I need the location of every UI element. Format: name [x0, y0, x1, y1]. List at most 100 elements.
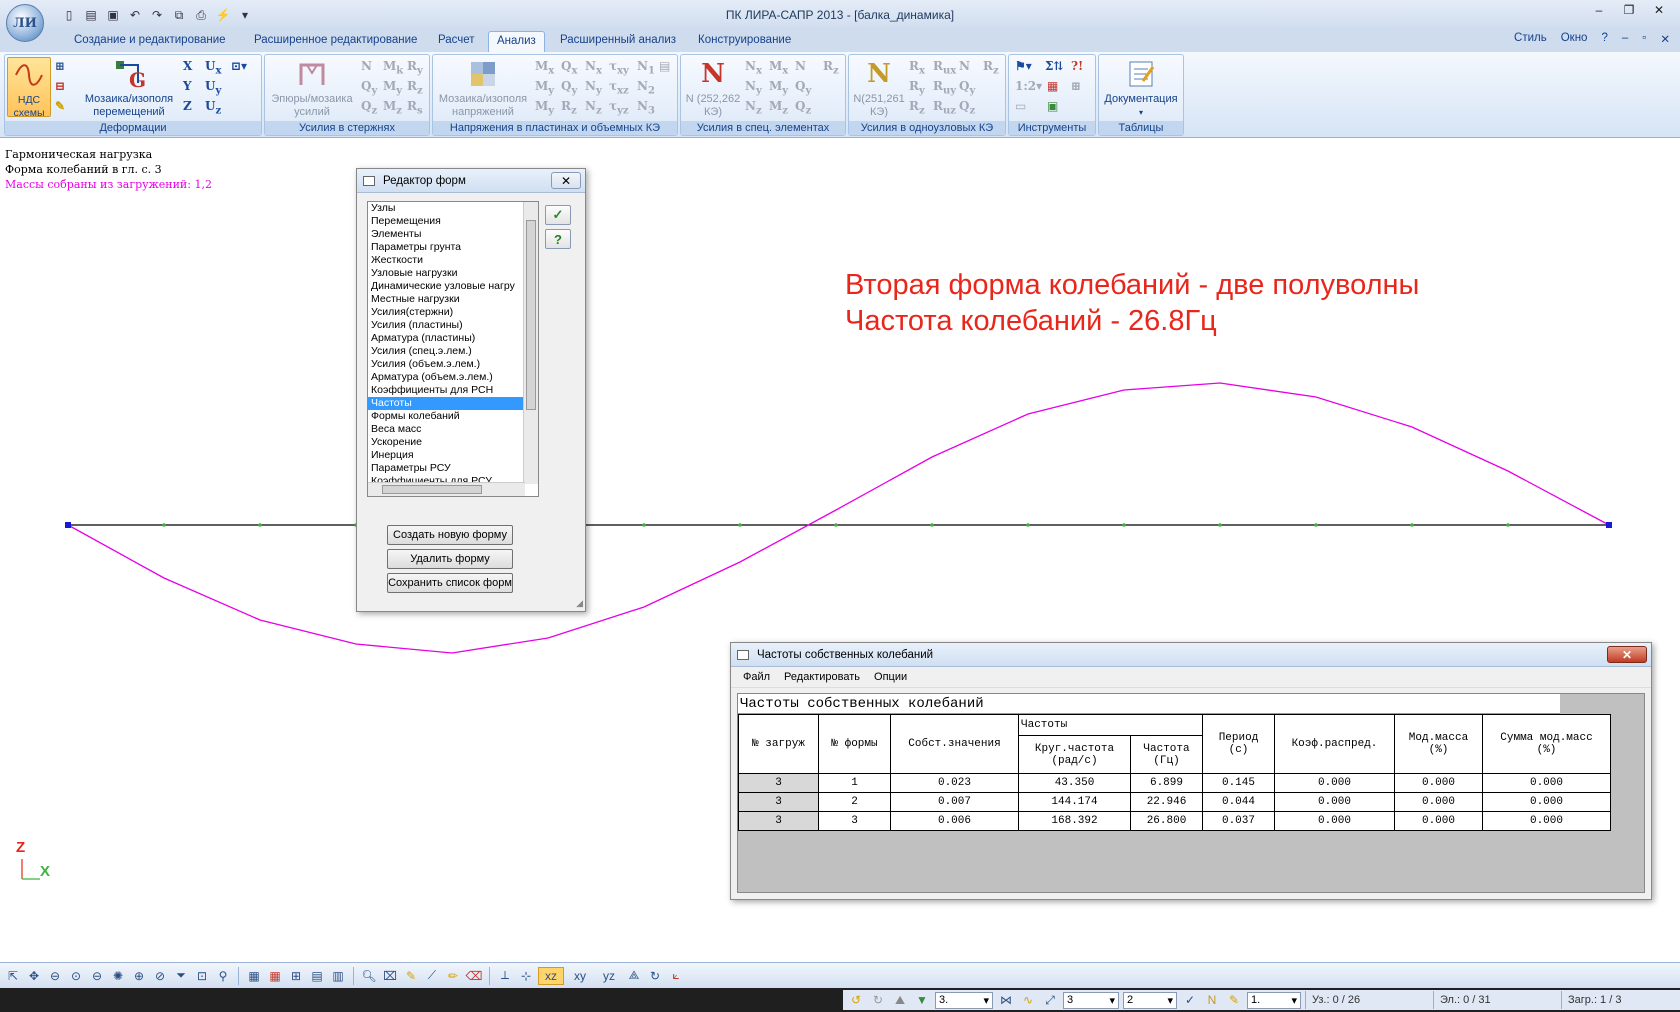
style-menu[interactable]: Стиль — [1514, 32, 1547, 46]
tab-advanced-edit[interactable]: Расширенное редактирование — [246, 31, 425, 52]
n-special-button[interactable]: N N (252,262 КЭ) — [683, 57, 743, 119]
brush-icon[interactable]: ✎ — [402, 967, 420, 985]
line-style-icon[interactable]: ⟋ — [423, 967, 441, 985]
grid-icon[interactable]: ⊞ — [1071, 79, 1081, 93]
notes-icon[interactable]: ▤ — [659, 59, 670, 73]
zoom-out-icon[interactable]: ⊖ — [46, 967, 64, 985]
rz-icon[interactable]: Rz — [407, 79, 423, 96]
rz-node-icon[interactable]: Rz — [909, 99, 925, 116]
ny-icon[interactable]: Ny — [585, 79, 602, 96]
list-item[interactable]: Усилия(стержни) — [368, 306, 523, 319]
layers-icon[interactable]: ▥ — [329, 967, 347, 985]
list-item[interactable]: Элементы — [368, 228, 523, 241]
z-icon[interactable]: Z — [183, 99, 192, 113]
rz-special-icon[interactable]: Rz — [823, 59, 839, 76]
save-forms-button[interactable]: Сохранить список форм — [387, 573, 513, 593]
close-icon[interactable]: ✕ — [1607, 646, 1647, 663]
create-form-button[interactable]: Создать новую форму — [387, 525, 513, 545]
list-item[interactable]: Параметры грунта — [368, 241, 523, 254]
bookmark-icon[interactable]: ⚲ — [214, 967, 232, 985]
list-item[interactable]: Арматура (пластины) — [368, 332, 523, 345]
rs-icon[interactable]: Rs — [407, 99, 423, 116]
flag-icon[interactable]: ⚑▾ — [1015, 59, 1032, 73]
apply-check-icon[interactable]: ✓ — [545, 205, 571, 225]
mode-number-combo[interactable]: 2 ▾ — [1123, 991, 1177, 1009]
uz-icon[interactable]: Uz — [205, 99, 221, 116]
scrollbar-thumb[interactable] — [526, 220, 536, 410]
minimize-icon[interactable]: – — [1584, 0, 1614, 20]
list-item[interactable]: Параметры РСУ — [368, 462, 523, 475]
load-case-combo[interactable]: 3 ▾ — [1063, 991, 1119, 1009]
zoom-fit-icon[interactable]: ⊙ — [67, 967, 85, 985]
image-icon[interactable]: ▣ — [1047, 99, 1058, 113]
my-special-icon[interactable]: My — [769, 79, 788, 96]
n-force-icon[interactable]: N — [361, 59, 372, 73]
table-red-icon[interactable]: ▦ — [266, 967, 284, 985]
close-icon[interactable]: ✕ — [551, 172, 581, 189]
list-item[interactable]: Коэффициенты для РСН — [368, 384, 523, 397]
mountain-icon[interactable]: ⛰ — [891, 991, 909, 1009]
mz-special-icon[interactable]: Mz — [769, 99, 788, 116]
axes-red-icon[interactable]: ⟀ — [667, 967, 685, 985]
qz-icon[interactable]: Qz — [361, 99, 377, 116]
view-yz-icon[interactable]: yz — [596, 967, 622, 985]
support-node-right[interactable] — [1606, 522, 1612, 528]
node-marker[interactable] — [1410, 523, 1414, 527]
view-xy-icon[interactable]: xy — [567, 967, 593, 985]
list-item[interactable]: Инерция — [368, 449, 523, 462]
qy-node-icon[interactable]: Qy — [959, 79, 975, 96]
eraser-icon[interactable]: ⌫ — [465, 967, 483, 985]
search-icon[interactable]: 🔍︎ — [360, 967, 378, 985]
forms-listbox[interactable]: Узлы Перемещения Элементы Параметры грунта Ж… — [367, 201, 539, 497]
node-marker[interactable] — [930, 523, 934, 527]
measure-icon[interactable]: ⊘ — [151, 967, 169, 985]
tab-calculation[interactable]: Расчет — [430, 31, 483, 52]
rotate-icon[interactable]: ✺ — [109, 967, 127, 985]
n2-icon[interactable]: N2 — [637, 79, 655, 96]
n-node-small-icon[interactable]: N — [959, 59, 970, 73]
tyz-icon[interactable]: τyz — [609, 99, 629, 116]
tab-design[interactable]: Конструирование — [690, 31, 799, 52]
mdi-restore-icon[interactable]: ▫ — [1642, 32, 1646, 46]
rux-icon[interactable]: Rux — [933, 59, 956, 76]
list-item[interactable]: Узловые нагрузки — [368, 267, 523, 280]
cycle-icon[interactable]: ↺ — [847, 991, 865, 1009]
pencil-icon[interactable]: ✎ — [55, 99, 65, 113]
list-item[interactable]: Динамические узловые нагру — [368, 280, 523, 293]
window-menu[interactable]: Окно — [1561, 32, 1588, 46]
rod-diagrams-button[interactable]: Эпюры/мозаика усилий — [267, 57, 357, 119]
arrow-icon[interactable]: ⤢ — [1041, 991, 1059, 1009]
nx-special-icon[interactable]: Nx — [745, 59, 762, 76]
nz-special-icon[interactable]: Nz — [745, 99, 762, 116]
tab-analysis[interactable]: Анализ — [488, 31, 545, 52]
node-marker[interactable] — [1218, 523, 1222, 527]
beam-icon[interactable]: ⋈ — [997, 991, 1015, 1009]
mdi-minimize-icon[interactable]: – — [1622, 32, 1628, 46]
app-logo[interactable]: ЛИ — [6, 4, 44, 42]
table-row[interactable]: 3 3 0.006 168.392 26.800 0.037 0.000 0.000 0.000 — [738, 811, 1611, 831]
table-icon[interactable]: ▦ — [245, 967, 263, 985]
frame-icon[interactable]: ⊞ — [55, 59, 65, 73]
qy-plate-icon[interactable]: Qy — [561, 79, 577, 96]
mode-combo[interactable]: 3. ▾ — [935, 991, 993, 1009]
horizontal-scrollbar[interactable] — [368, 482, 525, 496]
rx-icon[interactable]: Rx — [909, 59, 925, 76]
nx-icon[interactable]: Nx — [585, 59, 602, 76]
tab-advanced-analysis[interactable]: Расширенный анализ — [552, 31, 684, 52]
ry-node-icon[interactable]: Ry — [909, 79, 925, 96]
menu-edit[interactable]: Редактировать — [784, 671, 860, 683]
table-row[interactable]: 3 2 0.007 144.174 22.946 0.044 0.000 0.000 0.000 — [738, 792, 1611, 812]
ux-icon[interactable]: Ux — [205, 59, 221, 76]
list-item[interactable]: Формы колебаний — [368, 410, 523, 423]
n-icon[interactable]: N — [1203, 991, 1221, 1009]
list-item[interactable]: Усилия (пластины) — [368, 319, 523, 332]
nz-icon[interactable]: Nz — [585, 99, 602, 116]
x-icon[interactable]: X — [183, 59, 192, 73]
select-icon[interactable]: ⇱ — [4, 967, 22, 985]
scrollbar-thumb[interactable] — [382, 485, 482, 494]
pan-icon[interactable]: ✥ — [25, 967, 43, 985]
qz-special-icon[interactable]: Qz — [795, 99, 811, 116]
tab-create-edit[interactable]: Создание и редактирование — [66, 31, 234, 52]
mx-icon[interactable]: Mx — [535, 59, 554, 76]
qx-icon[interactable]: Qx — [561, 59, 577, 76]
